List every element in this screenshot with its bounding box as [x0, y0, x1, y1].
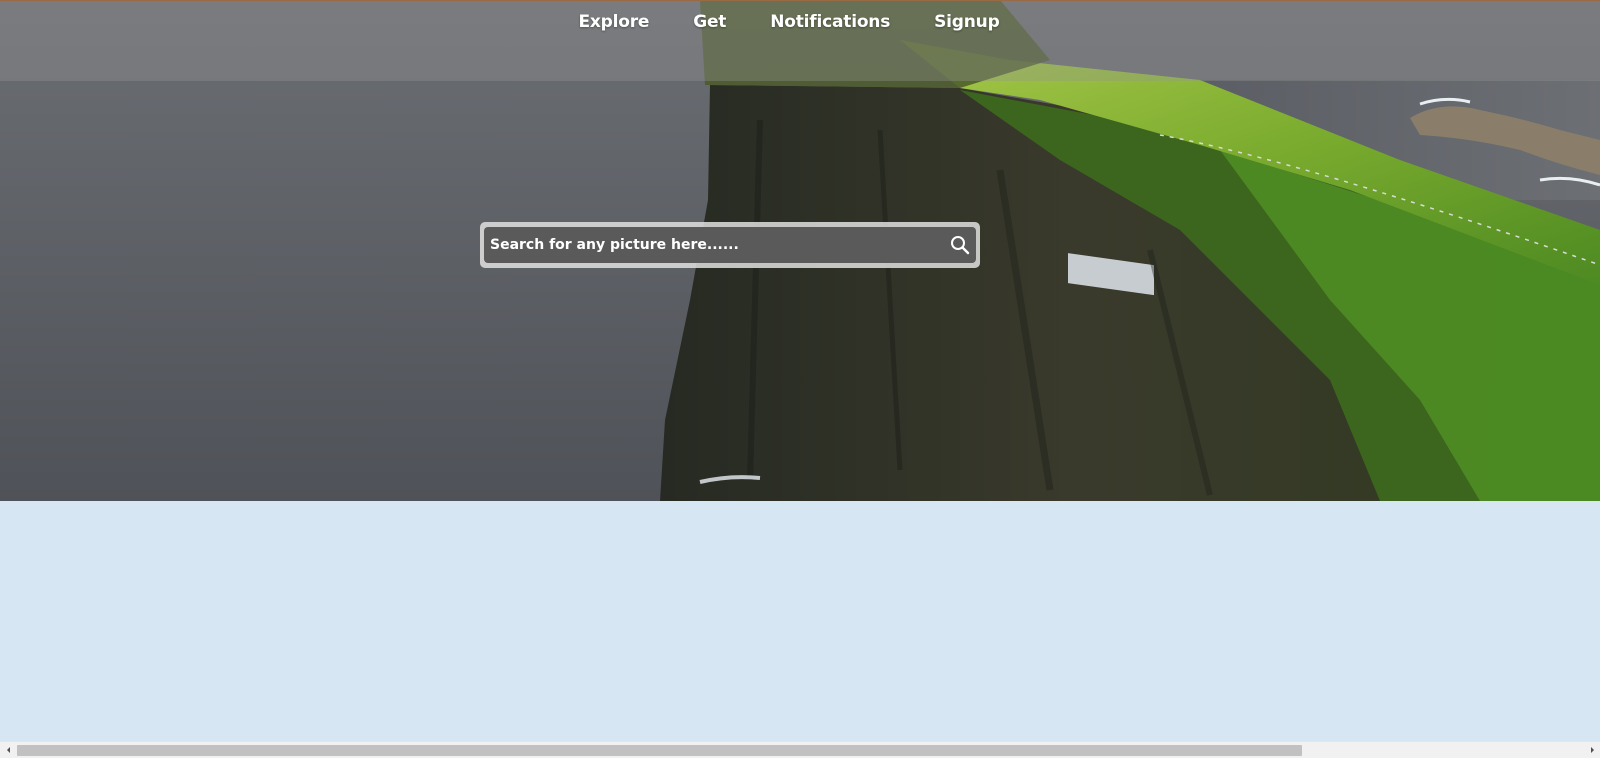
nav-link-signup[interactable]: Signup: [934, 12, 1000, 32]
nav-link-notifications[interactable]: Notifications: [770, 12, 890, 32]
top-nav: Explore Get Notifications Signup: [0, 0, 1600, 44]
horizontal-scrollbar[interactable]: [0, 741, 1600, 758]
top-border: [0, 0, 1600, 1]
search-button[interactable]: [944, 227, 976, 263]
search-box: [480, 222, 980, 268]
nav-link-get[interactable]: Get: [693, 12, 726, 32]
search-icon: [951, 236, 970, 255]
chevron-right-icon: [1590, 747, 1594, 753]
scroll-left-button[interactable]: [0, 742, 17, 758]
scroll-right-button[interactable]: [1583, 742, 1600, 758]
scrollbar-thumb[interactable]: [17, 745, 1302, 756]
page: Explore Get Notifications Signup: [0, 0, 1600, 758]
search-input[interactable]: [484, 227, 944, 263]
nav-link-explore[interactable]: Explore: [578, 12, 649, 32]
hero-banner: Explore Get Notifications Signup: [0, 0, 1600, 501]
chevron-left-icon: [6, 747, 10, 753]
